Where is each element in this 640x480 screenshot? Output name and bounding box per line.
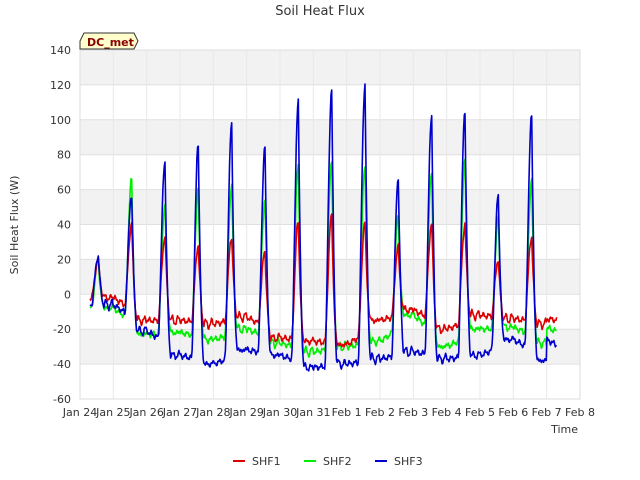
y-tick-label: 60 <box>57 184 71 197</box>
x-tick-label: Jan 31 <box>295 406 330 419</box>
chart-title: Soil Heat Flux <box>275 4 365 19</box>
y-tick-label: -20 <box>53 323 71 336</box>
legend-label-shf1: SHF1 <box>252 455 281 468</box>
x-tick-label: Feb 2 <box>365 406 395 419</box>
y-tick-label: 100 <box>50 114 71 127</box>
x-tick-label: Jan 30 <box>262 406 297 419</box>
x-tick-label: Jan 25 <box>95 406 130 419</box>
x-axis-ticks: Jan 24Jan 25Jan 26Jan 27Jan 28Jan 29Jan … <box>62 406 595 419</box>
grid-band <box>80 50 580 85</box>
x-tick-label: Feb 1 <box>332 406 362 419</box>
y-tick-label: 80 <box>57 149 71 162</box>
x-tick-label: Feb 3 <box>398 406 428 419</box>
y-tick-label: 20 <box>57 253 71 266</box>
x-tick-label: Jan 26 <box>128 406 163 419</box>
x-tick-label: Feb 6 <box>498 406 528 419</box>
legend: SHF1 SHF2 SHF3 <box>233 455 423 468</box>
grid-band <box>80 259 580 295</box>
y-tick-label: -60 <box>53 393 71 406</box>
y-tick-label: 140 <box>50 44 71 57</box>
x-axis-label: Time <box>550 423 578 436</box>
y-tick-label: -40 <box>53 358 71 371</box>
y-tick-label: 120 <box>50 79 71 92</box>
legend-label-shf2: SHF2 <box>323 455 352 468</box>
x-tick-label: Feb 4 <box>432 406 462 419</box>
x-tick-label: Jan 28 <box>195 406 230 419</box>
y-axis-ticks: -60 -40 -20 0 20 40 60 80 100 120 140 <box>50 44 71 406</box>
y-tick-label: 0 <box>64 288 71 301</box>
chart: -60 -40 -20 0 20 40 60 80 100 120 140 Jan 24Jan 25… <box>8 4 595 468</box>
site-label-box: DC_met <box>79 32 139 50</box>
x-tick-label: Feb 5 <box>465 406 495 419</box>
x-tick-label: Feb 8 <box>565 406 595 419</box>
y-axis-label: Soil Heat Flux (W) <box>8 176 21 275</box>
y-tick-label: 40 <box>57 219 71 232</box>
site-label: DC_met <box>87 36 134 49</box>
x-tick-label: Jan 29 <box>228 406 263 419</box>
x-tick-label: Jan 24 <box>62 406 97 419</box>
x-tick-label: Jan 27 <box>162 406 197 419</box>
legend-label-shf3: SHF3 <box>394 455 423 468</box>
x-tick-label: Feb 7 <box>532 406 562 419</box>
